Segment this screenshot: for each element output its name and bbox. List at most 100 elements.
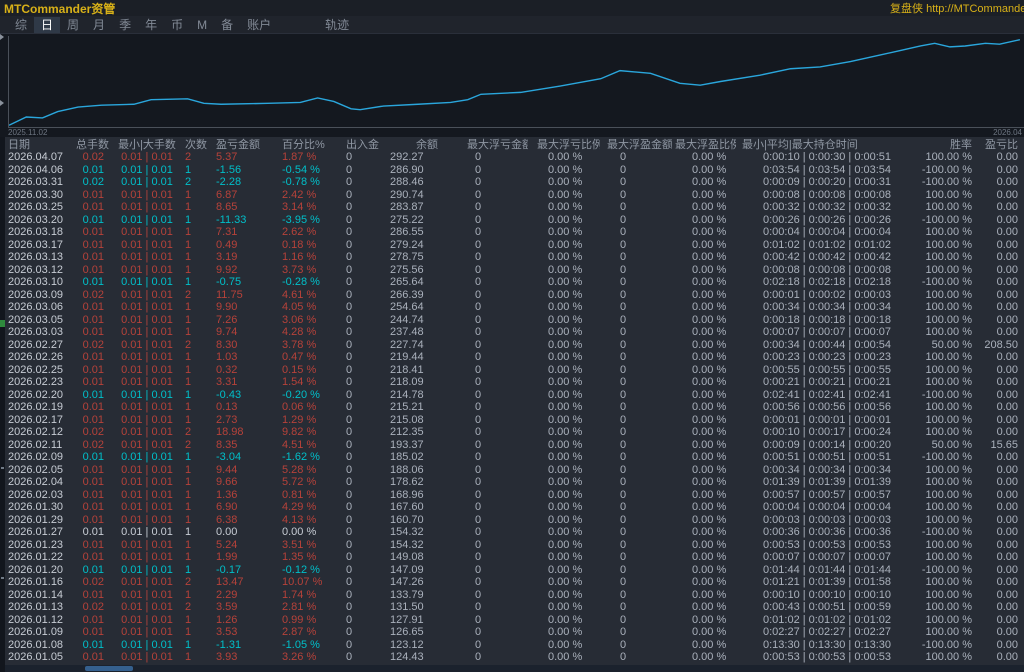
cell-win: 100.00 % bbox=[920, 514, 982, 527]
col-header-total[interactable]: 总手数 bbox=[76, 137, 112, 152]
table-row[interactable]: 2026.02.110.020.01 | 0.0128.354.51 %0193… bbox=[5, 439, 1024, 452]
table-row[interactable]: 2026.03.090.020.01 | 0.01211.754.61 %026… bbox=[5, 289, 1024, 302]
table-row[interactable]: 2026.02.250.010.01 | 0.0110.320.15 %0218… bbox=[5, 364, 1024, 377]
menu-item-季[interactable]: 季 bbox=[112, 17, 138, 33]
cell-win: 100.00 % bbox=[920, 589, 982, 602]
table-row[interactable]: 2026.02.050.010.01 | 0.0119.445.28 %0188… bbox=[5, 464, 1024, 477]
col-header-balance[interactable]: 余额 bbox=[386, 137, 450, 152]
splitter-handle-icon[interactable] bbox=[0, 34, 4, 40]
table-row[interactable]: 2026.03.170.010.01 | 0.0110.490.18 %0279… bbox=[5, 239, 1024, 252]
cell-count: 2 bbox=[182, 176, 208, 189]
table-row[interactable]: 2026.01.290.010.01 | 0.0116.384.13 %0160… bbox=[5, 514, 1024, 527]
cell-mfp: 0 bbox=[600, 501, 672, 514]
col-header-mflp[interactable]: 最大浮亏比例 bbox=[528, 137, 600, 152]
table-row[interactable]: 2026.03.180.010.01 | 0.0117.312.62 %0286… bbox=[5, 226, 1024, 239]
menu-item-月[interactable]: 月 bbox=[86, 17, 112, 33]
cell-ratio: 0.00 bbox=[982, 401, 1024, 414]
table-row[interactable]: 2026.03.200.010.01 | 0.011-11.33-3.95 %0… bbox=[5, 214, 1024, 227]
table-row[interactable]: 2026.01.230.010.01 | 0.0115.243.51 %0154… bbox=[5, 539, 1024, 552]
menu-item-备[interactable]: 备 bbox=[214, 17, 240, 33]
table-row[interactable]: 2026.02.170.010.01 | 0.0112.731.29 %0215… bbox=[5, 414, 1024, 427]
table-row[interactable]: 2026.02.090.010.01 | 0.011-3.04-1.62 %01… bbox=[5, 451, 1024, 464]
cell-count: 1 bbox=[182, 214, 208, 227]
cell-mfpp: 0.00 % bbox=[672, 339, 736, 352]
cell-mfl: 0 bbox=[450, 414, 528, 427]
cell-balance: 212.35 bbox=[386, 426, 450, 439]
table-row[interactable]: 2026.03.130.010.01 | 0.0113.191.16 %0278… bbox=[5, 251, 1024, 264]
table-row[interactable]: 2026.01.050.010.01 | 0.0113.933.26 %0124… bbox=[5, 651, 1024, 664]
table-row[interactable]: 2026.02.030.010.01 | 0.0111.360.81 %0168… bbox=[5, 489, 1024, 502]
table-row[interactable]: 2026.02.260.010.01 | 0.0111.030.47 %0219… bbox=[5, 351, 1024, 364]
table-row[interactable]: 2026.03.060.010.01 | 0.0119.904.05 %0254… bbox=[5, 301, 1024, 314]
table-row[interactable]: 2026.03.100.010.01 | 0.011-0.75-0.28 %02… bbox=[5, 276, 1024, 289]
table-row[interactable]: 2026.01.080.010.01 | 0.011-1.31-1.05 %01… bbox=[5, 639, 1024, 652]
table-row[interactable]: 2026.03.310.020.01 | 0.012-2.28-0.78 %02… bbox=[5, 176, 1024, 189]
col-header-win[interactable]: 胜率 bbox=[920, 137, 982, 152]
table-row[interactable]: 2026.03.120.010.01 | 0.0119.923.73 %0275… bbox=[5, 264, 1024, 277]
cell-ratio: 0.00 bbox=[982, 239, 1024, 252]
col-header-time[interactable]: 最小|平均|最大持仓时间 bbox=[736, 137, 920, 152]
table-row[interactable]: 2026.01.160.020.01 | 0.01213.4710.07 %01… bbox=[5, 576, 1024, 589]
col-header-pct[interactable]: 百分比% bbox=[266, 137, 334, 152]
cell-ratio: 0.00 bbox=[982, 289, 1024, 302]
table-row[interactable]: 2026.03.050.010.01 | 0.0117.263.06 %0244… bbox=[5, 314, 1024, 327]
table-row[interactable]: 2026.02.040.010.01 | 0.0119.665.72 %0178… bbox=[5, 476, 1024, 489]
horizontal-scrollbar[interactable] bbox=[5, 665, 1024, 672]
table-row[interactable]: 2026.01.140.010.01 | 0.0112.291.74 %0133… bbox=[5, 589, 1024, 602]
menu-item-trail[interactable]: 轨迹 bbox=[318, 16, 356, 33]
table-row[interactable]: 2026.01.300.010.01 | 0.0116.904.29 %0167… bbox=[5, 501, 1024, 514]
col-header-inout[interactable]: 出入金 bbox=[334, 137, 386, 152]
cell-mfpp: 0.00 % bbox=[672, 239, 736, 252]
table-row[interactable]: 2026.02.230.010.01 | 0.0113.311.54 %0218… bbox=[5, 376, 1024, 389]
col-header-count[interactable]: 次数 bbox=[182, 137, 208, 152]
table-row[interactable]: 2026.01.090.010.01 | 0.0113.532.87 %0126… bbox=[5, 626, 1024, 639]
cell-pct: 1.35 % bbox=[266, 551, 334, 564]
table-row[interactable]: 2026.01.270.010.01 | 0.0110.000.00 %0154… bbox=[5, 526, 1024, 539]
table-row[interactable]: 2026.02.200.010.01 | 0.011-0.43-0.20 %02… bbox=[5, 389, 1024, 402]
menu-item-周[interactable]: 周 bbox=[60, 17, 86, 33]
cell-mfl: 0 bbox=[450, 551, 528, 564]
col-header-mfp[interactable]: 最大浮盈金额 bbox=[600, 137, 672, 152]
table-row[interactable]: 2026.01.120.010.01 | 0.0111.260.99 %0127… bbox=[5, 614, 1024, 627]
cell-mfp: 0 bbox=[600, 189, 672, 202]
table-row[interactable]: 2026.04.060.010.01 | 0.011-1.56-0.54 %02… bbox=[5, 164, 1024, 177]
menu-item-M[interactable]: M bbox=[190, 17, 214, 33]
cell-mfl: 0 bbox=[450, 614, 528, 627]
col-header-ratio[interactable]: 盈亏比 bbox=[982, 137, 1024, 152]
col-header-pl[interactable]: 盈亏金额 bbox=[208, 137, 266, 152]
table-row[interactable]: 2026.04.070.020.01 | 0.0125.371.87 %0292… bbox=[5, 151, 1024, 164]
table-row[interactable]: 2026.03.030.010.01 | 0.0119.744.28 %0237… bbox=[5, 326, 1024, 339]
scrollbar-thumb[interactable] bbox=[85, 666, 133, 671]
table-row[interactable]: 2026.02.270.020.01 | 0.0128.303.78 %0227… bbox=[5, 339, 1024, 352]
col-header-minmax[interactable]: 最小|大手数 bbox=[112, 137, 182, 152]
menu-item-日[interactable]: 日 bbox=[34, 17, 60, 33]
chart-plot-area[interactable] bbox=[8, 36, 1024, 128]
table-row[interactable]: 2026.03.250.010.01 | 0.0118.653.14 %0283… bbox=[5, 201, 1024, 214]
menu-item-币[interactable]: 币 bbox=[164, 17, 190, 33]
table-row[interactable]: 2026.02.120.020.01 | 0.01218.989.82 %021… bbox=[5, 426, 1024, 439]
col-header-mfpp[interactable]: 最大浮盈比例 bbox=[672, 137, 736, 152]
cell-count: 1 bbox=[182, 376, 208, 389]
cell-minmax: 0.01 | 0.01 bbox=[112, 189, 182, 202]
titlebar-link[interactable]: 复盘侠 http://MTCommander bbox=[890, 0, 1024, 16]
table-row[interactable]: 2026.01.200.010.01 | 0.011-0.17-0.12 %01… bbox=[5, 564, 1024, 577]
col-header-date[interactable]: 日期 bbox=[5, 137, 76, 152]
cell-time: 0:00:08 | 0:00:08 | 0:00:08 bbox=[736, 189, 920, 202]
col-header-mfl[interactable]: 最大浮亏金额 bbox=[450, 137, 528, 152]
cell-date: 2026.02.25 bbox=[5, 364, 76, 377]
table-row[interactable]: 2026.01.130.020.01 | 0.0123.592.81 %0131… bbox=[5, 601, 1024, 614]
cell-mflp: 0.00 % bbox=[528, 514, 600, 527]
table-row[interactable]: 2026.02.190.010.01 | 0.0110.130.06 %0215… bbox=[5, 401, 1024, 414]
table-row[interactable]: 2026.01.220.010.01 | 0.0111.991.35 %0149… bbox=[5, 551, 1024, 564]
splitter-handle-icon[interactable] bbox=[0, 100, 4, 106]
cell-count: 1 bbox=[182, 589, 208, 602]
menu-item-综[interactable]: 综 bbox=[8, 17, 34, 33]
table-row[interactable]: 2026.03.300.010.01 | 0.0116.872.42 %0290… bbox=[5, 189, 1024, 202]
cell-inout: 0 bbox=[334, 489, 386, 502]
cell-pl: 11.75 bbox=[208, 289, 266, 302]
cell-date: 2026.01.14 bbox=[5, 589, 76, 602]
cell-inout: 0 bbox=[334, 601, 386, 614]
menu-item-年[interactable]: 年 bbox=[138, 17, 164, 33]
menu-item-账户[interactable]: 账户 bbox=[240, 17, 278, 33]
cell-inout: 0 bbox=[334, 151, 386, 164]
